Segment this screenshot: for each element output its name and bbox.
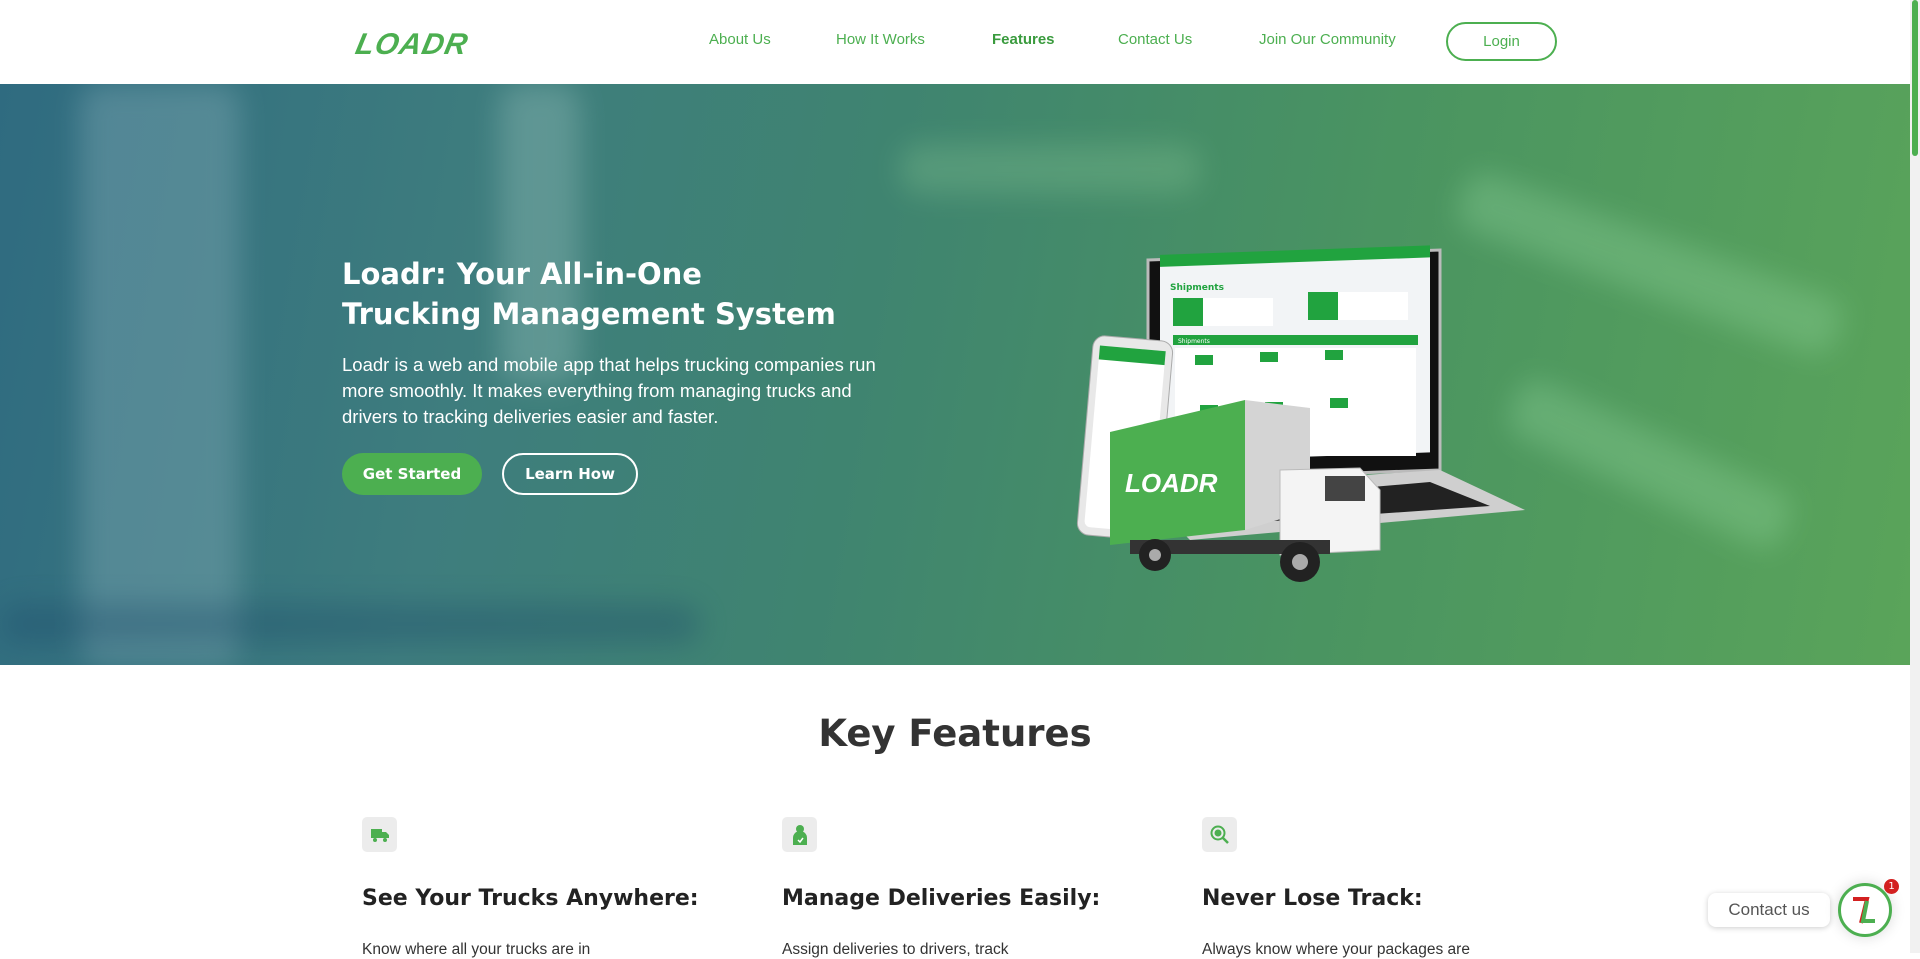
feature-card: Manage Deliveries Easily: Assign deliver… <box>782 817 1162 959</box>
chat-logo-icon <box>1853 897 1875 924</box>
login-button[interactable]: Login <box>1446 22 1557 61</box>
feature-text: Assign deliveries to drivers, track <box>782 941 1009 958</box>
truck-icon <box>362 817 397 852</box>
notification-badge: 1 <box>1884 879 1899 894</box>
key-features-heading: Key Features <box>818 712 1092 755</box>
learn-how-button[interactable]: Learn How <box>502 453 638 495</box>
loadr-logo[interactable]: LOADR <box>352 28 472 62</box>
nav-how-it-works[interactable]: How It Works <box>836 31 925 48</box>
hero-title: Loadr: Your All-in-One Trucking Managemen… <box>342 257 836 331</box>
devices-illustration: Shipments Shipments LOADR <box>1076 245 1525 582</box>
driver-icon <box>782 817 817 852</box>
contact-us-chat-label[interactable]: Contact us <box>1708 893 1830 927</box>
feature-text: Always know where your packages are <box>1202 941 1470 958</box>
chat-widget-button[interactable] <box>1838 883 1892 937</box>
nav-contact-us[interactable]: Contact Us <box>1118 31 1192 48</box>
feature-title: See Your Trucks Anywhere: <box>362 886 699 911</box>
nav-about-us[interactable]: About Us <box>709 31 771 48</box>
search-check-icon <box>1202 817 1237 852</box>
feature-title: Manage Deliveries Easily: <box>782 886 1101 911</box>
hero-description: Loadr is a web and mobile app that helps… <box>342 354 876 427</box>
top-nav: LOADR About Us How It Works Features Con… <box>0 0 1910 84</box>
feature-text: Know where all your trucks are in <box>362 941 591 958</box>
laptop-screen-title: Shipments <box>1170 283 1224 293</box>
feature-card: See Your Trucks Anywhere: Know where all… <box>362 817 742 959</box>
scrollbar-thumb[interactable] <box>1912 0 1918 156</box>
laptop-panel-title: Shipments <box>1178 338 1210 345</box>
hero-section: Loadr: Your All-in-One Trucking Managemen… <box>0 84 1910 665</box>
nav-join-community[interactable]: Join Our Community <box>1259 31 1396 48</box>
nav-features[interactable]: Features <box>992 31 1055 48</box>
truck-logo-text: LOADR <box>1125 468 1218 498</box>
get-started-button[interactable]: Get Started <box>342 453 482 495</box>
feature-title: Never Lose Track: <box>1202 886 1423 911</box>
feature-card: Never Lose Track: Always know where your… <box>1202 817 1582 959</box>
